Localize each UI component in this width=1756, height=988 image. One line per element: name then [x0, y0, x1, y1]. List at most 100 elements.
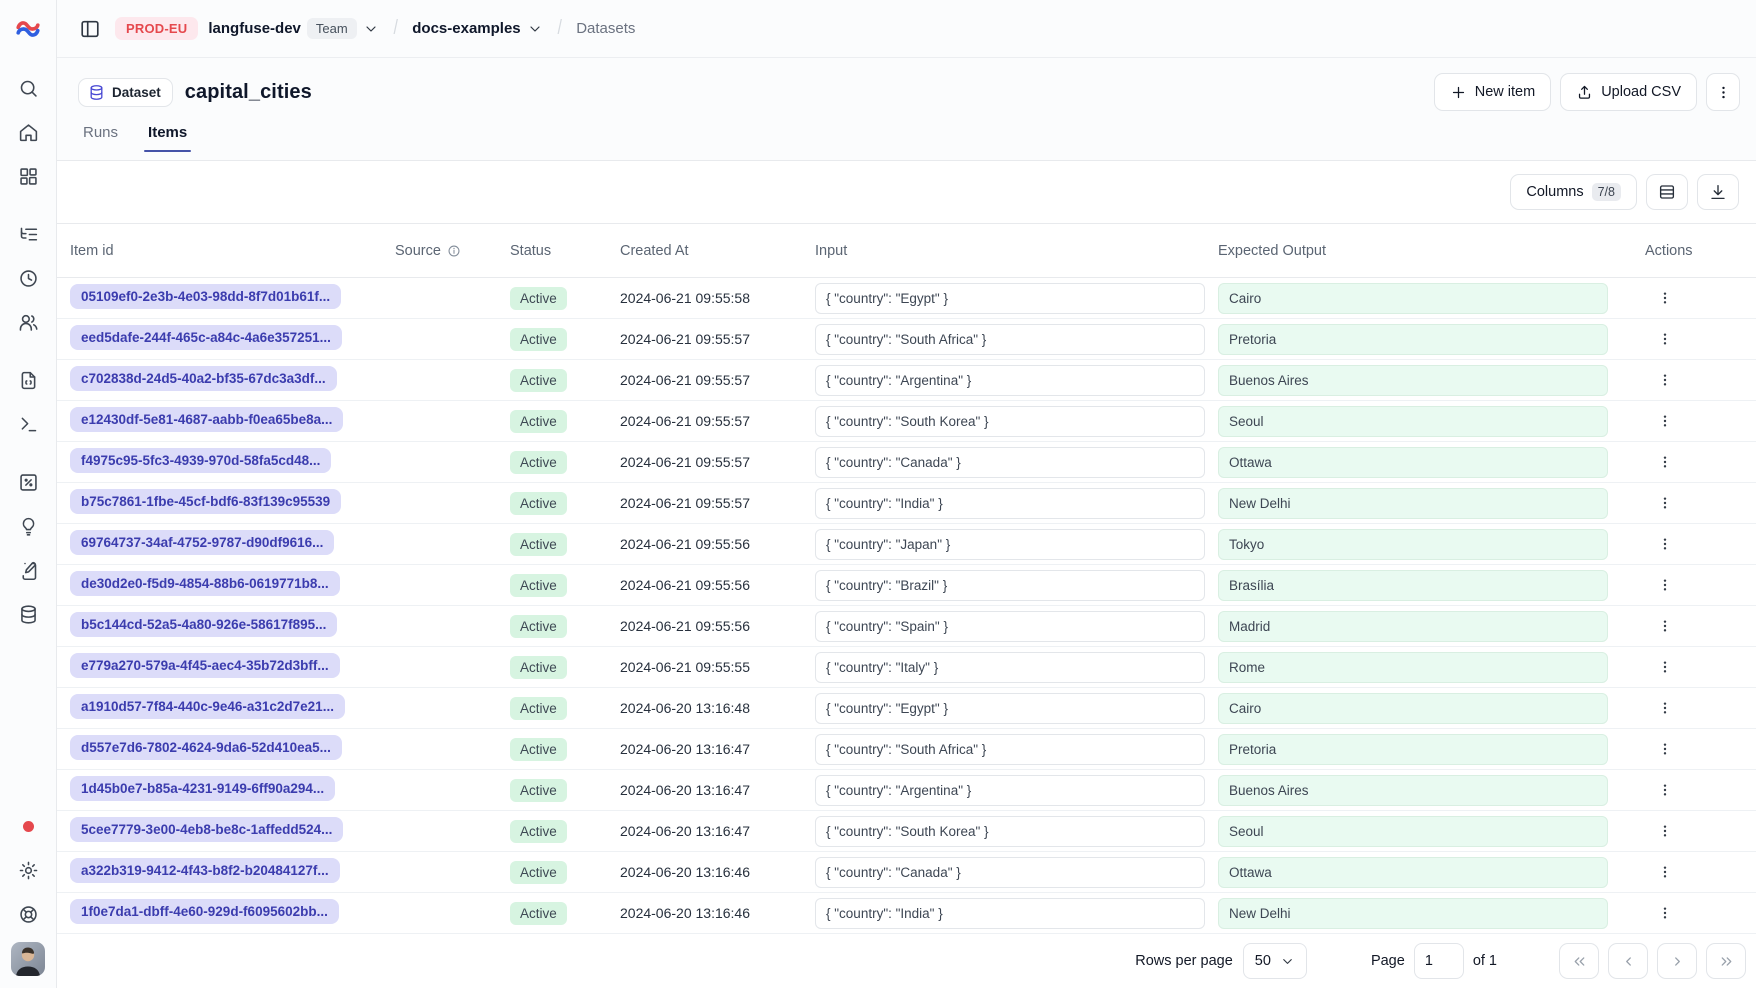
expected-output-cell[interactable]: New Delhi	[1218, 898, 1608, 929]
item-id-link[interactable]: b5c144cd-52a5-4a80-926e-58617f895...	[70, 612, 337, 637]
row-actions-button[interactable]	[1650, 529, 1680, 559]
sidebar-item-insights[interactable]	[8, 506, 48, 546]
row-actions-button[interactable]	[1650, 775, 1680, 805]
row-actions-button[interactable]	[1650, 365, 1680, 395]
input-cell[interactable]: { "country": "Argentina" }	[815, 365, 1205, 396]
row-actions-button[interactable]	[1650, 488, 1680, 518]
sidebar-item-support[interactable]	[8, 894, 48, 934]
item-id-link[interactable]: b75c7861-1fbe-45cf-bdf6-83f139c95539	[70, 489, 341, 514]
expected-output-cell[interactable]: Seoul	[1218, 406, 1608, 437]
expected-output-cell[interactable]: Buenos Aires	[1218, 775, 1608, 806]
item-id-link[interactable]: f4975c95-5fc3-4939-970d-58fa5cd48...	[70, 448, 331, 473]
expected-output-cell[interactable]: New Delhi	[1218, 488, 1608, 519]
user-avatar[interactable]	[11, 942, 45, 976]
sidebar-item-datasets[interactable]	[8, 594, 48, 634]
next-page-button[interactable]	[1657, 943, 1697, 979]
input-cell[interactable]: { "country": "Spain" }	[815, 611, 1205, 642]
sidebar-item-sessions[interactable]	[8, 258, 48, 298]
item-id-link[interactable]: 69764737-34af-4752-9787-d90df9616...	[70, 530, 334, 555]
input-cell[interactable]: { "country": "South Korea" }	[815, 406, 1205, 437]
org-switcher[interactable]: langfuse-dev Team	[208, 18, 378, 39]
expected-output-cell[interactable]: Ottawa	[1218, 447, 1608, 478]
export-button[interactable]	[1697, 174, 1739, 210]
row-actions-button[interactable]	[1650, 283, 1680, 313]
item-id-link[interactable]: eed5dafe-244f-465c-a84c-4a6e357251...	[70, 325, 342, 350]
sidebar-item-evaluation[interactable]	[8, 462, 48, 502]
expected-output-cell[interactable]: Tokyo	[1218, 529, 1608, 560]
item-id-link[interactable]: 1f0e7da1-dbff-4e60-929d-f6095602bb...	[70, 899, 339, 924]
expected-output-cell[interactable]: Cairo	[1218, 693, 1608, 724]
row-actions-button[interactable]	[1650, 324, 1680, 354]
first-page-button[interactable]	[1559, 943, 1599, 979]
sidebar-item-annotation[interactable]	[8, 550, 48, 590]
sidebar-item-prompts[interactable]	[8, 360, 48, 400]
previous-page-button[interactable]	[1608, 943, 1648, 979]
sidebar-toggle-button[interactable]	[75, 14, 105, 44]
item-id-link[interactable]: a322b319-9412-4f43-b8f2-b20484127f...	[70, 858, 340, 883]
last-page-button[interactable]	[1706, 943, 1746, 979]
sidebar-item-dashboard[interactable]	[8, 156, 48, 196]
item-id-link[interactable]: e12430df-5e81-4687-aabb-f0ea65be8a...	[70, 407, 343, 432]
input-cell[interactable]: { "country": "Egypt" }	[815, 283, 1205, 314]
status-badge: Active	[510, 369, 567, 392]
input-cell[interactable]: { "country": "Argentina" }	[815, 775, 1205, 806]
item-id-link[interactable]: c702838d-24d5-40a2-bf35-67dc3a3df...	[70, 366, 337, 391]
item-id-link[interactable]: 5cee7779-3e00-4eb8-be8c-1affedd524...	[70, 817, 343, 842]
expected-output-cell[interactable]: Madrid	[1218, 611, 1608, 642]
input-cell[interactable]: { "country": "South Africa" }	[815, 734, 1205, 765]
sidebar-item-playground[interactable]	[8, 404, 48, 444]
sidebar-item-search[interactable]	[8, 68, 48, 108]
row-actions-button[interactable]	[1650, 652, 1680, 682]
row-actions-button[interactable]	[1650, 406, 1680, 436]
expected-output-cell[interactable]: Buenos Aires	[1218, 365, 1608, 396]
info-icon[interactable]	[447, 244, 461, 258]
item-id-link[interactable]: 1d45b0e7-b85a-4231-9149-6ff90a294...	[70, 776, 335, 801]
sidebar-item-settings[interactable]	[8, 850, 48, 890]
row-actions-button[interactable]	[1650, 734, 1680, 764]
breadcrumb-section[interactable]: Datasets	[576, 20, 635, 37]
input-cell[interactable]: { "country": "Egypt" }	[815, 693, 1205, 724]
input-cell[interactable]: { "country": "Japan" }	[815, 529, 1205, 560]
item-id-link[interactable]: d557e7d6-7802-4624-9da6-52d410ea5...	[70, 735, 342, 760]
input-cell[interactable]: { "country": "Canada" }	[815, 447, 1205, 478]
recording-indicator[interactable]	[8, 806, 48, 846]
input-cell[interactable]: { "country": "India" }	[815, 488, 1205, 519]
sidebar-item-home[interactable]	[8, 112, 48, 152]
row-actions-button[interactable]	[1650, 898, 1680, 928]
row-height-button[interactable]	[1646, 174, 1688, 210]
tab-runs[interactable]: Runs	[79, 124, 122, 151]
row-actions-button[interactable]	[1650, 570, 1680, 600]
item-id-link[interactable]: 05109ef0-2e3b-4e03-98dd-8f7d01b61f...	[70, 284, 341, 309]
item-id-link[interactable]: de30d2e0-f5d9-4854-88b6-0619771b8...	[70, 571, 340, 596]
columns-button[interactable]: Columns 7/8	[1510, 174, 1637, 210]
item-id-link[interactable]: e779a270-579a-4f45-aec4-35b72d3bff...	[70, 653, 340, 678]
rows-per-page-select[interactable]: 50	[1243, 943, 1307, 979]
sidebar-item-users[interactable]	[8, 302, 48, 342]
input-cell[interactable]: { "country": "Italy" }	[815, 652, 1205, 683]
expected-output-cell[interactable]: Pretoria	[1218, 324, 1608, 355]
row-actions-button[interactable]	[1650, 693, 1680, 723]
input-cell[interactable]: { "country": "South Korea" }	[815, 816, 1205, 847]
expected-output-cell[interactable]: Cairo	[1218, 283, 1608, 314]
input-cell[interactable]: { "country": "Canada" }	[815, 857, 1205, 888]
sidebar-item-tracing[interactable]	[8, 214, 48, 254]
expected-output-cell[interactable]: Ottawa	[1218, 857, 1608, 888]
new-item-button[interactable]: New item	[1434, 73, 1551, 111]
page-number-input[interactable]	[1414, 943, 1464, 979]
upload-csv-button[interactable]: Upload CSV	[1560, 73, 1697, 111]
input-cell[interactable]: { "country": "South Africa" }	[815, 324, 1205, 355]
item-id-link[interactable]: a1910d57-7f84-440c-9e46-a31c2d7e21...	[70, 694, 345, 719]
project-switcher[interactable]: docs-examples	[412, 20, 542, 37]
expected-output-cell[interactable]: Rome	[1218, 652, 1608, 683]
input-cell[interactable]: { "country": "India" }	[815, 898, 1205, 929]
row-actions-button[interactable]	[1650, 857, 1680, 887]
row-actions-button[interactable]	[1650, 447, 1680, 477]
expected-output-cell[interactable]: Brasília	[1218, 570, 1608, 601]
row-actions-button[interactable]	[1650, 816, 1680, 846]
expected-output-cell[interactable]: Seoul	[1218, 816, 1608, 847]
expected-output-cell[interactable]: Pretoria	[1218, 734, 1608, 765]
page-more-menu-button[interactable]	[1706, 73, 1740, 111]
tab-items[interactable]: Items	[144, 124, 191, 151]
input-cell[interactable]: { "country": "Brazil" }	[815, 570, 1205, 601]
row-actions-button[interactable]	[1650, 611, 1680, 641]
